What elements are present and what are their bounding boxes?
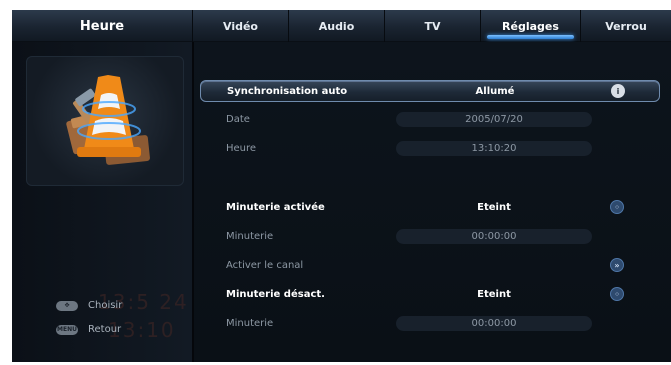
setting-value: 2005/07/20 bbox=[465, 113, 523, 125]
setting-timer-off[interactable]: Minuterie désact. Eteint ◦ bbox=[200, 283, 660, 305]
setting-label: Heure bbox=[226, 142, 257, 154]
tab-label: TV bbox=[424, 19, 441, 33]
setting-value: 00:00:00 bbox=[471, 230, 517, 242]
setting-label: Date bbox=[226, 113, 250, 125]
setting-label: Activer le canal bbox=[226, 259, 304, 271]
legend-choose: ✥ Choisir bbox=[56, 300, 122, 311]
tab-label: Réglages bbox=[502, 19, 559, 33]
tab-tv[interactable]: TV bbox=[384, 10, 480, 42]
tab-video[interactable]: Vidéo bbox=[192, 10, 288, 42]
legend-back-label: Retour bbox=[88, 324, 122, 335]
setting-label: Minuterie activée bbox=[226, 201, 325, 213]
setting-timer-on[interactable]: Minuterie activée Eteint ◦ bbox=[200, 196, 660, 218]
setting-value: 00:00:00 bbox=[471, 317, 517, 329]
setting-value: 13:10:20 bbox=[471, 142, 517, 154]
settings-panel: Synchronisation auto Allumé i Date 2005/… bbox=[194, 42, 671, 362]
setting-timer-on-time[interactable]: Minuterie 00:00:00 bbox=[200, 225, 660, 247]
menu-key-icon: MENU bbox=[56, 324, 78, 335]
legend-choose-label: Choisir bbox=[88, 300, 123, 311]
tab-label: Verrou bbox=[605, 19, 647, 33]
toggle-circle-icon[interactable]: ◦ bbox=[610, 287, 624, 301]
setting-label: Minuterie désact. bbox=[226, 288, 325, 300]
tab-reglages[interactable]: Réglages bbox=[480, 10, 580, 42]
active-tab-indicator bbox=[487, 35, 574, 39]
setting-label: Synchronisation auto bbox=[227, 85, 348, 97]
setting-timer-off-time[interactable]: Minuterie 00:00:00 bbox=[200, 312, 660, 334]
section-title: Heure bbox=[79, 18, 125, 34]
setting-sync-auto[interactable]: Synchronisation auto Allumé i bbox=[200, 80, 660, 102]
setting-activate-channel[interactable]: Activer le canal » bbox=[200, 254, 660, 276]
setting-time[interactable]: Heure 13:10:20 bbox=[200, 137, 660, 159]
tab-audio[interactable]: Audio bbox=[288, 10, 384, 42]
vlc-cone-icon bbox=[66, 75, 150, 165]
setting-date[interactable]: Date 2005/07/20 bbox=[200, 108, 660, 130]
tab-label: Vidéo bbox=[223, 19, 258, 33]
info-icon[interactable]: i bbox=[611, 84, 625, 98]
setting-label: Minuterie bbox=[226, 230, 274, 242]
tab-label: Audio bbox=[318, 19, 355, 33]
forward-icon[interactable]: » bbox=[610, 258, 624, 272]
tab-verrou[interactable]: Verrou bbox=[580, 10, 671, 42]
dpad-icon: ✥ bbox=[56, 300, 78, 311]
preview-box bbox=[26, 56, 184, 186]
setting-value: Eteint bbox=[477, 201, 511, 213]
setting-value: Eteint bbox=[477, 288, 511, 300]
setting-label: Minuterie bbox=[226, 317, 274, 329]
top-bar: Heure Vidéo Audio TV Réglages Verrou bbox=[12, 10, 671, 42]
toggle-circle-icon[interactable]: ◦ bbox=[610, 200, 624, 214]
screen-frame: Heure Vidéo Audio TV Réglages Verrou 13:… bbox=[12, 10, 671, 362]
legend-back: MENU Retour bbox=[56, 324, 121, 335]
left-panel: 13:5 24 13:10 ✥ Choisir MENU Retour bbox=[12, 42, 192, 362]
setting-value: Allumé bbox=[475, 85, 515, 97]
